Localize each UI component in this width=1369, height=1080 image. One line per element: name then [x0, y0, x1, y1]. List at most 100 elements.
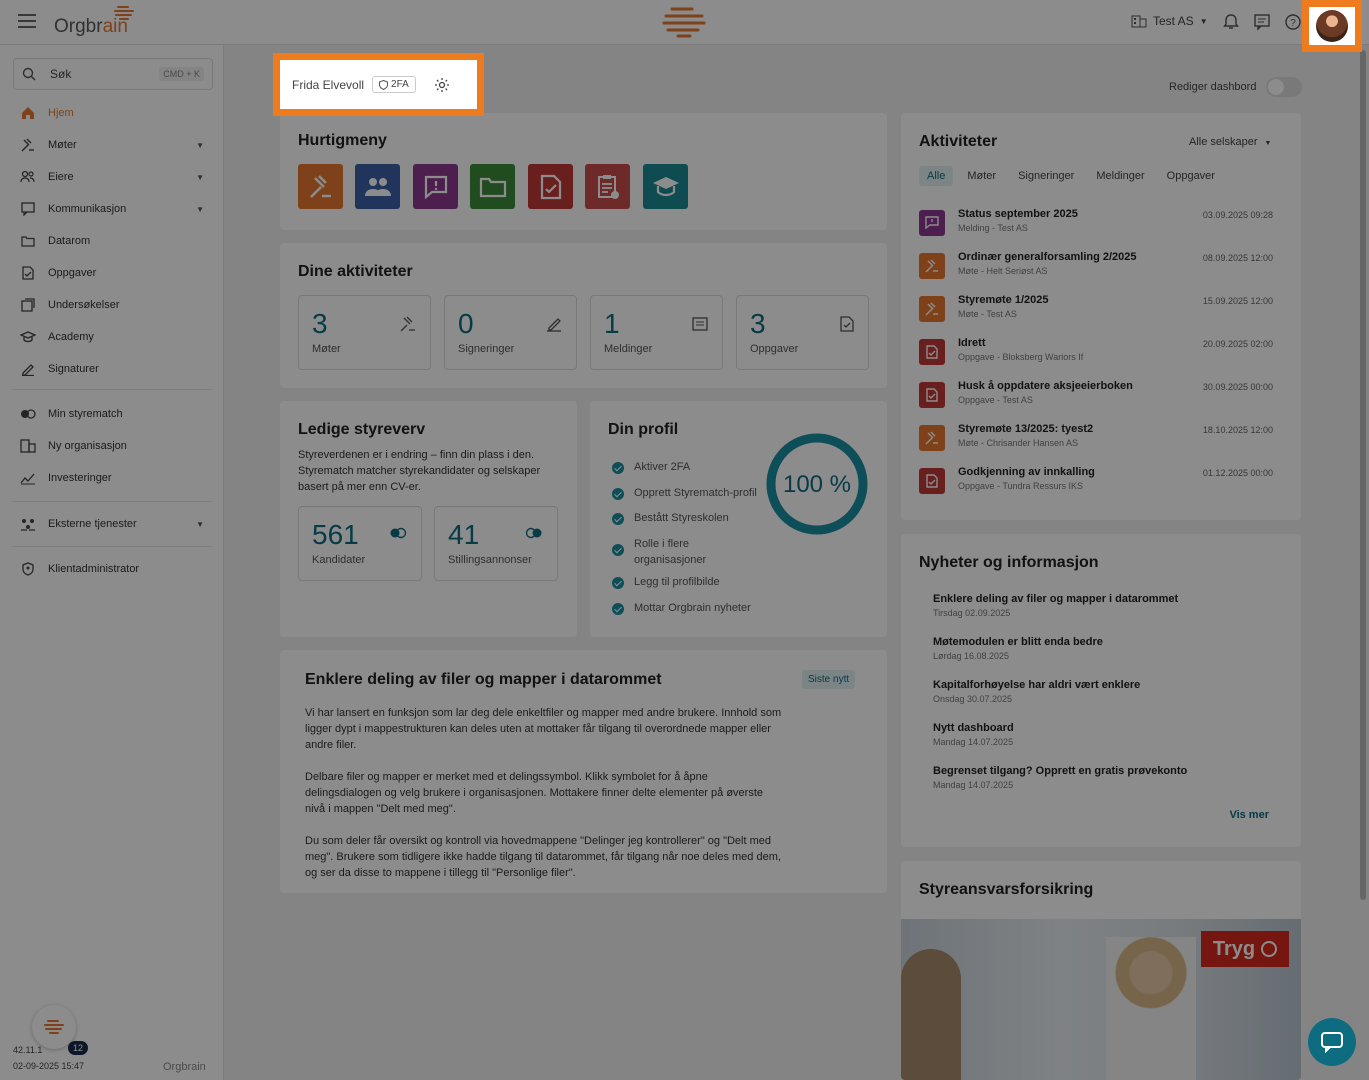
quick-menu-title: Hurtigmeny: [298, 132, 387, 149]
sidebar-item-new-org[interactable]: Ny organisasjon: [20, 436, 204, 456]
sidebar-item-owners[interactable]: Eiere ▼: [20, 167, 204, 187]
quick-task-button[interactable]: [528, 164, 573, 209]
sidebar-item-tasks[interactable]: Oppgaver: [20, 263, 204, 283]
activity-row[interactable]: Status september 2025 Melding - Test AS 03…: [919, 208, 1273, 240]
activity-subtitle: Oppgave - Tundra Ressurs IKS: [958, 481, 1084, 491]
message-alert-icon: [424, 175, 447, 199]
sidebar-item-external-services[interactable]: Eksterne tjenester ▼: [20, 514, 204, 534]
edit-dashboard-toggle[interactable]: Rediger dashbord: [1169, 77, 1303, 97]
support-chat-button[interactable]: [1308, 1018, 1356, 1066]
check-icon: [612, 513, 624, 525]
sidebar-divider: [12, 389, 212, 390]
search-input[interactable]: Søk CMD + K: [13, 58, 213, 90]
profile-item[interactable]: Rolle i flere organisasjoner: [612, 536, 752, 568]
caret-down-icon: ▼: [196, 140, 204, 150]
activity-row[interactable]: Idrett Oppgave - Bloksberg Wariors If 20.0…: [919, 337, 1273, 369]
profile-item[interactable]: Aktiver 2FA: [612, 461, 690, 474]
activity-type-icon: [919, 468, 945, 494]
search-label: Søk: [50, 67, 72, 81]
toggle-switch[interactable]: [1266, 77, 1303, 97]
activity-date: 18.10.2025 12:00: [1202, 425, 1273, 435]
sidebar-item-styrematch[interactable]: Min styrematch: [20, 404, 204, 424]
stat-meetings[interactable]: 3 Møter: [298, 295, 431, 370]
building-icon: [1131, 15, 1147, 28]
check-icon: [612, 577, 624, 589]
activity-row[interactable]: Ordinær generalforsamling 2/2025 Møte - H…: [919, 251, 1273, 283]
top-bar: Orgbrain Test AS ▼ ?: [0, 0, 1369, 45]
quick-message-button[interactable]: [413, 164, 458, 209]
company-filter-dropdown[interactable]: Alle selskaper ▼: [1189, 136, 1271, 148]
avatar: [1316, 10, 1348, 42]
menu-icon[interactable]: [18, 14, 36, 28]
quick-meeting-button[interactable]: [298, 164, 343, 209]
news-item[interactable]: Møtemodulen er blitt enda bedre Lørdag 16…: [933, 636, 1103, 661]
sidebar-divider: [12, 501, 212, 502]
quick-survey-button[interactable]: [585, 164, 630, 209]
bell-icon[interactable]: [1222, 13, 1240, 31]
tab-signatures[interactable]: Signeringer: [1010, 166, 1082, 186]
sidebar-item-surveys[interactable]: Undersøkelser: [20, 295, 204, 315]
match-icon: [20, 406, 36, 422]
page-scrollbar[interactable]: [1360, 50, 1366, 900]
stat-tasks[interactable]: 3 Oppgaver: [736, 295, 869, 370]
quick-dataroom-button[interactable]: [470, 164, 515, 209]
profile-item[interactable]: Bestått Styreskolen: [612, 512, 729, 525]
message-icon: [925, 216, 939, 230]
activity-subtitle: Oppgave - Test AS: [958, 395, 1033, 405]
sidebar-item-dataroom[interactable]: Datarom: [20, 231, 204, 251]
profile-item[interactable]: Opprett Styrematch-profil: [612, 487, 757, 500]
sidebar-item-academy[interactable]: Academy: [20, 327, 204, 347]
news-item[interactable]: Kapitalforhøyelse har aldri vært enklere…: [933, 679, 1140, 704]
avatar-button[interactable]: [1302, 0, 1362, 52]
sidebar-item-signatures[interactable]: Signaturer: [20, 359, 204, 379]
services-icon: [20, 516, 36, 532]
sidebar-item-communication[interactable]: Kommunikasjon ▼: [20, 199, 204, 219]
quick-menu-card: Hurtigmeny: [280, 113, 887, 230]
chat-icon[interactable]: [1253, 13, 1271, 31]
user-name: Frida Elvevoll: [292, 77, 365, 92]
quick-academy-button[interactable]: [643, 164, 688, 209]
activity-date: 08.09.2025 12:00: [1202, 253, 1273, 263]
person-figure: [1106, 937, 1196, 1080]
article-paragraph: Vi har lansert en funksjon som lar deg d…: [305, 707, 782, 751]
stat-messages[interactable]: 1 Meldinger: [590, 295, 723, 370]
gear-icon[interactable]: [434, 77, 450, 93]
profile-item[interactable]: Mottar Orgbrain nyheter: [612, 602, 751, 615]
activity-date: 01.12.2025 00:00: [1202, 468, 1273, 478]
activity-type-icon: [919, 425, 945, 451]
tab-meetings[interactable]: Møter: [959, 166, 1004, 186]
sidebar-item-client-admin[interactable]: Klientadministrator: [20, 559, 204, 579]
article-title[interactable]: Enklere deling av filer og mapper i data…: [305, 671, 662, 689]
tab-tasks[interactable]: Oppgaver: [1159, 166, 1223, 186]
academy-icon: [20, 329, 36, 345]
quick-owners-button[interactable]: [355, 164, 400, 209]
profile-progress-ring: 100 %: [766, 433, 868, 535]
activity-row[interactable]: Styremøte 13/2025: tyest2 Møte - Chrisand…: [919, 423, 1273, 455]
candidates-stat[interactable]: 561 Kandidater: [298, 506, 422, 581]
show-more-link[interactable]: Vis mer: [1229, 809, 1269, 821]
help-icon[interactable]: ?: [1284, 13, 1302, 31]
activity-row[interactable]: Husk å oppdatere aksjeeierboken Oppgave -…: [919, 380, 1273, 412]
news-item[interactable]: Begrenset tilgang? Opprett en gratis prø…: [933, 765, 1187, 790]
gavel-icon: [400, 316, 415, 332]
activity-row[interactable]: Styremøte 1/2025 Møte - Test AS 15.09.2025…: [919, 294, 1273, 326]
news-item[interactable]: Enklere deling av filer og mapper i data…: [933, 593, 1178, 618]
orgbrain-assistant-button[interactable]: 12: [32, 1005, 88, 1055]
sidebar-item-investments[interactable]: Investeringer: [20, 468, 204, 488]
tab-all[interactable]: Alle: [919, 166, 954, 186]
news-article-card: Enklere deling av filer og mapper i data…: [280, 650, 887, 893]
tab-messages[interactable]: Meldinger: [1088, 166, 1152, 186]
caret-down-icon: ▼: [196, 172, 204, 182]
gavel-icon: [309, 174, 331, 198]
activity-row[interactable]: Godkjenning av innkalling Oppgave - Tundr…: [919, 466, 1273, 498]
news-item[interactable]: Nytt dashboard Mandag 14.07.2025: [933, 722, 1014, 747]
insurance-banner-image[interactable]: Tryg: [901, 919, 1301, 1080]
sidebar-item-meetings[interactable]: Møter ▼: [20, 135, 204, 155]
job-ads-stat[interactable]: 41 Stillingsannonser: [434, 506, 558, 581]
check-icon: [612, 462, 624, 474]
clipboard-icon: [597, 174, 619, 199]
company-selector[interactable]: Test AS ▼: [1131, 14, 1208, 28]
profile-item[interactable]: Legg til profilbilde: [612, 576, 720, 589]
sidebar-item-home[interactable]: Hjem: [20, 103, 204, 123]
stat-signatures[interactable]: 0 Signeringer: [444, 295, 577, 370]
